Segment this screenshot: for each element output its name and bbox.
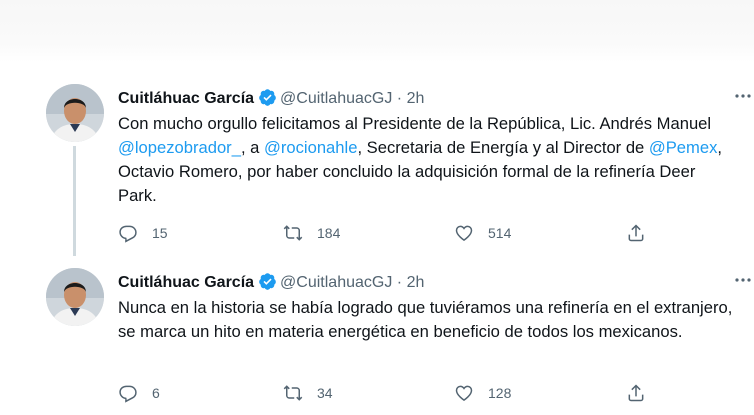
text-segment: , a	[240, 138, 265, 157]
author-name[interactable]: Cuitláhuac García	[118, 274, 254, 291]
avatar[interactable]	[46, 84, 104, 142]
tweet-header: Cuitláhuac García @CuitlahuacGJ · 2h	[118, 88, 424, 109]
verified-badge-icon	[259, 273, 276, 290]
like-button[interactable]: 128	[454, 381, 511, 405]
reply-icon	[119, 385, 137, 403]
more-options-icon[interactable]	[733, 86, 753, 106]
share-button[interactable]	[626, 221, 646, 245]
reply-count: 15	[152, 225, 168, 241]
retweet-icon	[283, 385, 303, 401]
tweet-header: Cuitláhuac García @CuitlahuacGJ · 2h	[118, 272, 424, 293]
text-segment: , Secretaria de Energía y al Director de	[357, 138, 649, 157]
author-handle[interactable]: @CuitlahuacGJ	[280, 274, 392, 291]
mention-link[interactable]: @Pemex	[649, 138, 718, 157]
reply-icon	[119, 225, 137, 243]
separator-dot: ·	[396, 274, 403, 291]
share-button[interactable]	[626, 381, 646, 405]
like-button[interactable]: 514	[454, 221, 511, 245]
tweet-text: Con mucho orgullo felicitamos al Preside…	[118, 112, 738, 208]
reply-count: 6	[152, 385, 160, 401]
tweet-text: Nunca en la historia se había logrado qu…	[118, 296, 738, 344]
text-segment: Con mucho orgullo felicitamos al Preside…	[118, 114, 712, 133]
author-handle[interactable]: @CuitlahuacGJ	[280, 90, 392, 107]
retweet-count: 184	[317, 225, 341, 241]
like-count: 514	[488, 225, 512, 241]
author-name[interactable]: Cuitláhuac García	[118, 90, 254, 107]
mention-link[interactable]: @rocionahle	[264, 138, 357, 157]
like-count: 128	[488, 385, 512, 401]
reply-button[interactable]: 6	[118, 381, 160, 405]
previous-tweet-actions-faded	[0, 0, 754, 62]
separator-dot: ·	[396, 90, 403, 107]
retweet-icon	[283, 225, 303, 241]
reply-button[interactable]: 15	[118, 221, 168, 245]
timestamp[interactable]: 2h	[407, 274, 425, 291]
share-icon	[628, 384, 644, 402]
more-options-icon[interactable]	[733, 270, 753, 290]
retweet-count: 34	[317, 385, 333, 401]
verified-badge-icon	[259, 89, 276, 106]
retweet-button[interactable]: 184	[283, 221, 340, 245]
share-icon	[628, 224, 644, 242]
thread-connector-line	[73, 146, 76, 256]
avatar[interactable]	[46, 268, 104, 326]
timestamp[interactable]: 2h	[407, 90, 425, 107]
like-icon	[455, 225, 473, 241]
retweet-button[interactable]: 34	[283, 381, 333, 405]
text-segment: Nunca en la historia se había logrado qu…	[118, 298, 733, 341]
mention-link[interactable]: @lopezobrador_	[118, 138, 241, 157]
like-icon	[455, 385, 473, 401]
